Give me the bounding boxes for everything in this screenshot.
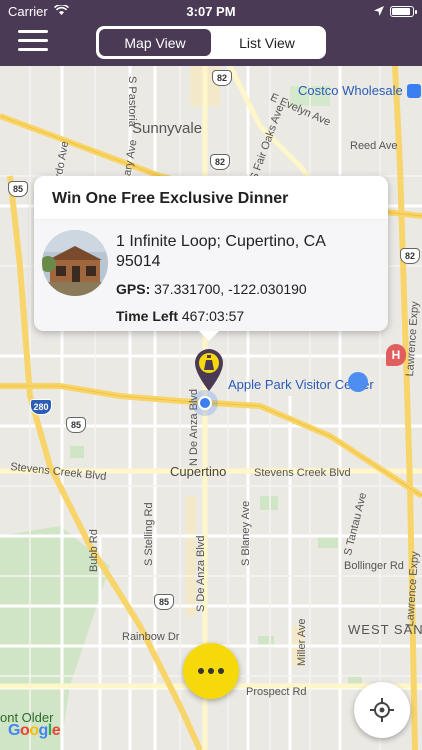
battery-icon bbox=[390, 6, 417, 17]
shopping-cart-icon bbox=[407, 84, 421, 98]
interstate-shield: 280 bbox=[30, 399, 52, 415]
street-label: Bollinger Rd bbox=[344, 560, 404, 572]
user-location-dot bbox=[192, 390, 218, 416]
city-label-sunnyvale: Sunnyvale bbox=[132, 120, 203, 137]
gps-value: 37.331700, -122.030190 bbox=[154, 281, 307, 297]
status-time: 3:07 PM bbox=[186, 4, 236, 19]
hospital-icon: H bbox=[386, 344, 406, 366]
street-label: S Pastoria bbox=[126, 76, 138, 127]
street-label: S Stelling Rd bbox=[143, 502, 155, 566]
city-label-cupertino: Cupertino bbox=[170, 464, 227, 479]
address-text: 1 Infinite Loop; Cupertino, CA 95014 bbox=[116, 233, 326, 270]
route-shield: 82 bbox=[210, 154, 230, 170]
gps-label: GPS: bbox=[116, 281, 151, 297]
street-label: Stevens Creek Blvd bbox=[254, 467, 351, 479]
tab-list-view[interactable]: List View bbox=[211, 29, 323, 56]
time-left-label: Time Left bbox=[116, 308, 178, 324]
callout-title: Win One Free Exclusive Dinner bbox=[34, 176, 388, 220]
street-label: Miller Ave bbox=[296, 618, 308, 666]
route-shield: 85 bbox=[8, 181, 28, 197]
street-label: Rainbow Dr bbox=[122, 631, 180, 643]
callout-body: 1 Infinite Loop; Cupertino, CA 95014 GPS… bbox=[34, 220, 388, 331]
time-left-row: Time Left 467:03:57 bbox=[116, 308, 244, 324]
location-arrow-icon bbox=[374, 4, 384, 19]
app-screen: Sunnyvale Cupertino WEST SAN ont Older C… bbox=[0, 0, 422, 750]
restaurant-thumbnail bbox=[42, 230, 108, 296]
poi-costco[interactable]: Costco Wholesale bbox=[298, 83, 403, 98]
time-left-value: 467:03:57 bbox=[181, 308, 245, 324]
route-shield: 82 bbox=[400, 248, 420, 264]
location-callout[interactable]: Win One Free Exclusive Dinner 1 Infinite… bbox=[34, 176, 388, 341]
route-shield: 82 bbox=[212, 70, 232, 86]
tab-map-view[interactable]: Map View bbox=[99, 29, 211, 56]
street-label: S Blaney Ave bbox=[240, 500, 252, 566]
gps-row: GPS: 37.331700, -122.030190 bbox=[116, 281, 307, 297]
more-dots-icon[interactable] bbox=[183, 643, 239, 699]
route-shield: 85 bbox=[154, 594, 174, 610]
hamburger-icon[interactable] bbox=[18, 30, 48, 54]
street-label: Bubb Rd bbox=[88, 529, 100, 572]
shopping-bag-icon bbox=[348, 372, 368, 392]
street-label: Prospect Rd bbox=[246, 686, 307, 698]
route-shield: 85 bbox=[66, 417, 86, 433]
google-logo: Google bbox=[8, 722, 61, 739]
map-pin-icon[interactable] bbox=[192, 346, 226, 392]
street-label: Reed Ave bbox=[350, 140, 398, 152]
view-toggle: Map View List View bbox=[96, 26, 326, 59]
crosshair-icon[interactable] bbox=[354, 682, 410, 738]
status-bar: Carrier 3:07 PM bbox=[0, 0, 422, 22]
street-label: S De Anza Blvd bbox=[195, 535, 207, 612]
battery-level bbox=[392, 8, 410, 15]
app-header: Carrier 3:07 PM Map View List View bbox=[0, 0, 422, 66]
